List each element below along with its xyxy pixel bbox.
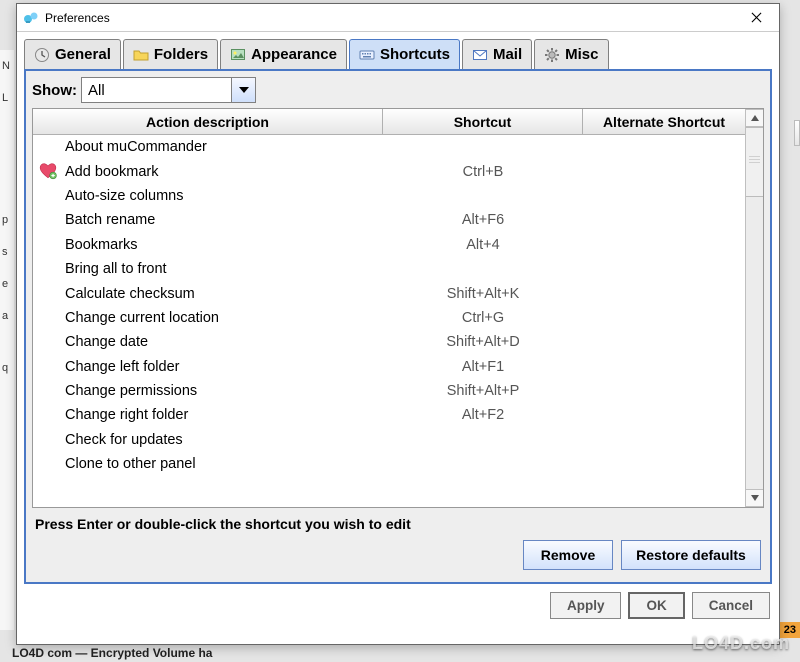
titlebar: Preferences (17, 4, 779, 32)
show-select[interactable]: All (81, 77, 256, 103)
action-buttons: Remove Restore defaults (32, 540, 764, 576)
clock-icon (34, 47, 50, 63)
scroll-up-button[interactable] (746, 109, 763, 127)
ok-button[interactable]: OK (628, 592, 684, 619)
shortcut-cell[interactable]: Shift+Alt+K (383, 286, 583, 302)
dropdown-arrow (231, 78, 255, 102)
table-row[interactable]: Bookmarks Alt+4 (33, 233, 745, 257)
table-row[interactable]: Bring all to front (33, 257, 745, 281)
shortcut-cell[interactable]: Ctrl+G (383, 310, 583, 326)
grid-header: Action description Shortcut Alternate Sh… (33, 109, 745, 135)
close-icon (751, 12, 762, 23)
tab-label: Appearance (251, 46, 337, 63)
table-row[interactable]: Clone to other panel (33, 452, 745, 476)
hint-text: Press Enter or double-click the shortcut… (32, 508, 764, 540)
table-row[interactable]: Calculate checksum Shift+Alt+K (33, 281, 745, 305)
close-button[interactable] (739, 7, 773, 29)
scroll-track[interactable] (746, 127, 763, 489)
gear-icon (544, 47, 560, 63)
column-header-action[interactable]: Action description (33, 109, 383, 134)
shortcut-cell[interactable]: Shift+Alt+D (383, 334, 583, 350)
tab-label: Folders (154, 46, 208, 63)
shortcut-cell[interactable]: Alt+F2 (383, 407, 583, 423)
background-footer-text: LO4D com — Encrypted Volume ha (12, 646, 212, 660)
show-filter-row: Show: All (32, 77, 764, 103)
apply-button[interactable]: Apply (550, 592, 622, 619)
background-right-fragment (794, 120, 800, 146)
dialog-buttons: Apply OK Cancel (17, 584, 779, 628)
preferences-dialog: Preferences General Folders Appearance S… (16, 3, 780, 645)
tab-label: Shortcuts (380, 46, 450, 63)
tab-label: General (55, 46, 111, 63)
app-icon (23, 10, 39, 26)
table-row[interactable]: Change right folder Alt+F2 (33, 403, 745, 427)
action-cell: Add bookmark (65, 164, 159, 180)
window-title: Preferences (45, 11, 739, 25)
background-column-fragment: NLpseaq (0, 50, 14, 630)
tab-label: Mail (493, 46, 522, 63)
action-cell: About muCommander (65, 139, 207, 155)
action-cell: Clone to other panel (65, 456, 196, 472)
watermark: LO4D.com (692, 633, 790, 654)
action-cell: Batch rename (65, 212, 155, 228)
tab-panel: Show: All Action description Shortcut Al… (24, 69, 772, 584)
table-row[interactable]: Batch rename Alt+F6 (33, 208, 745, 232)
keyboard-icon (359, 47, 375, 63)
shortcut-cell[interactable]: Alt+F6 (383, 212, 583, 228)
action-cell: Change current location (65, 310, 219, 326)
tab-shortcuts[interactable]: Shortcuts (349, 39, 460, 69)
tab-mail[interactable]: Mail (462, 39, 532, 69)
shortcut-cell[interactable]: Alt+F1 (383, 359, 583, 375)
action-cell: Change permissions (65, 383, 197, 399)
cancel-button[interactable]: Cancel (692, 592, 770, 619)
tab-folders[interactable]: Folders (123, 39, 218, 69)
tab-label: Misc (565, 46, 598, 63)
table-row[interactable]: Add bookmark Ctrl+B (33, 159, 745, 183)
tab-general[interactable]: General (24, 39, 121, 69)
action-cell: Change left folder (65, 359, 179, 375)
show-label: Show: (32, 82, 77, 99)
shortcut-cell[interactable]: Alt+4 (383, 237, 583, 253)
heart-add-icon (39, 162, 59, 182)
show-value: All (82, 82, 231, 99)
tab-appearance[interactable]: Appearance (220, 39, 347, 69)
scroll-thumb[interactable] (746, 127, 763, 197)
shortcut-cell[interactable]: Ctrl+B (383, 164, 583, 180)
shortcuts-grid: Action description Shortcut Alternate Sh… (32, 108, 764, 508)
vertical-scrollbar[interactable] (745, 109, 763, 507)
action-cell: Check for updates (65, 432, 183, 448)
image-icon (230, 47, 246, 63)
mail-icon (472, 47, 488, 63)
table-row[interactable]: Check for updates (33, 428, 745, 452)
scroll-down-button[interactable] (746, 489, 763, 507)
tab-misc[interactable]: Misc (534, 39, 608, 69)
tabs: General Folders Appearance Shortcuts Mai… (24, 39, 772, 69)
restore-defaults-button[interactable]: Restore defaults (621, 540, 761, 570)
table-row[interactable]: About muCommander (33, 135, 745, 159)
dialog-body: General Folders Appearance Shortcuts Mai… (17, 32, 779, 584)
grid-body: About muCommander Add bookmark Ctrl+B Auto-… (33, 135, 745, 507)
action-cell: Calculate checksum (65, 286, 195, 302)
table-row[interactable]: Change left folder Alt+F1 (33, 355, 745, 379)
table-row[interactable]: Change date Shift+Alt+D (33, 330, 745, 354)
chevron-down-icon (239, 87, 249, 93)
column-header-alt[interactable]: Alternate Shortcut (583, 109, 745, 134)
table-row[interactable]: Auto-size columns (33, 184, 745, 208)
table-row[interactable]: Change permissions Shift+Alt+P (33, 379, 745, 403)
action-cell: Change date (65, 334, 148, 350)
folder-icon (133, 47, 149, 63)
table-row[interactable]: Change current location Ctrl+G (33, 306, 745, 330)
action-cell: Bring all to front (65, 261, 167, 277)
remove-button[interactable]: Remove (523, 540, 613, 570)
action-cell: Bookmarks (65, 237, 138, 253)
action-cell: Auto-size columns (65, 188, 183, 204)
column-header-shortcut[interactable]: Shortcut (383, 109, 583, 134)
action-cell: Change right folder (65, 407, 188, 423)
shortcut-cell[interactable]: Shift+Alt+P (383, 383, 583, 399)
chevron-down-icon (751, 495, 759, 501)
chevron-up-icon (751, 115, 759, 121)
